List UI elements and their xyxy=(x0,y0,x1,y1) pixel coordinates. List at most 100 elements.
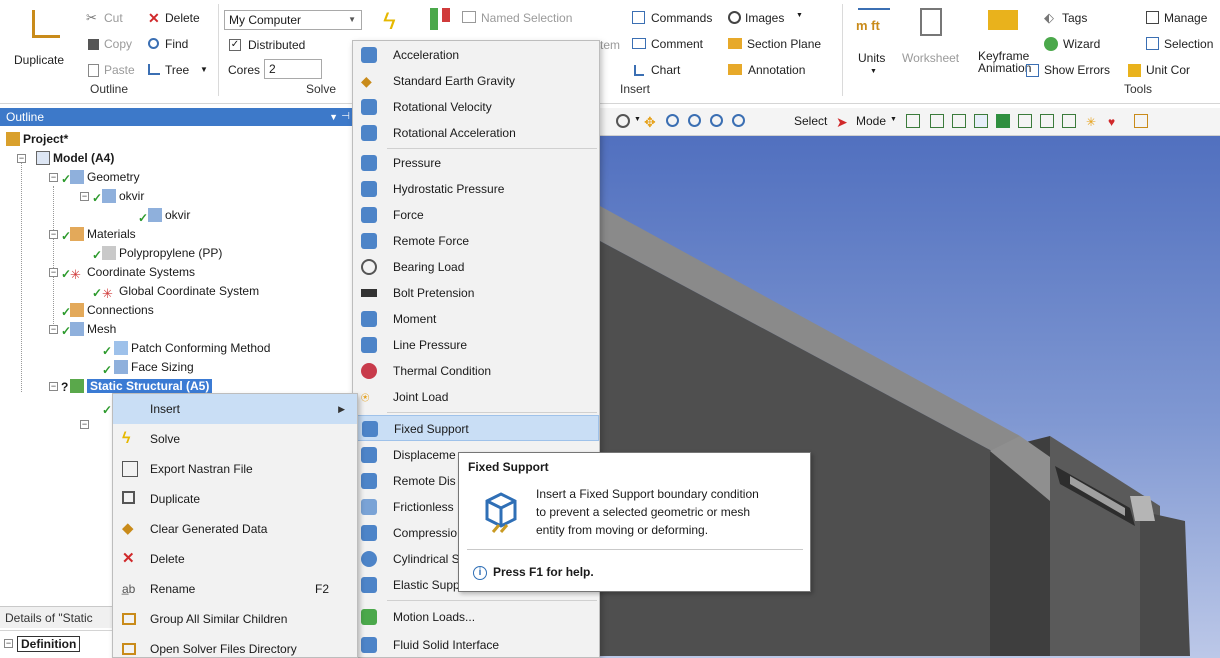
tags-button[interactable]: ⬖ Tags xyxy=(1044,10,1114,28)
tree-node-connections[interactable]: Connections xyxy=(70,301,154,319)
selection-icon xyxy=(1146,37,1159,50)
collapse-toggle[interactable]: − xyxy=(49,325,58,334)
solve-button[interactable]: ϟ xyxy=(380,8,406,38)
cores-input[interactable]: 2 xyxy=(264,59,322,79)
pin-icon[interactable]: ⊣ xyxy=(341,108,350,126)
chevron-down-icon[interactable]: ▼ xyxy=(329,108,338,126)
tree-node-face-sizing[interactable]: Face Sizing xyxy=(114,358,194,376)
tree-node-mesh[interactable]: Mesh xyxy=(70,320,116,338)
collapse-toggle[interactable]: − xyxy=(4,639,13,648)
comment-button[interactable]: Comment xyxy=(632,36,718,54)
collapse-toggle[interactable]: − xyxy=(80,420,89,429)
context-menu-clear-generated-data[interactable]: ◆ Clear Generated Data xyxy=(113,514,357,544)
tree-button[interactable]: Tree ▼ xyxy=(148,62,212,80)
wizard-button[interactable]: Wizard xyxy=(1044,36,1114,54)
zoom-icon[interactable] xyxy=(666,114,679,127)
context-menu-rename[interactable]: a̲b Rename F2 xyxy=(113,574,357,604)
zoom-box-icon[interactable] xyxy=(688,114,701,127)
menu-item-joint-load[interactable]: ⍟ Joint Load xyxy=(353,384,599,410)
collapse-toggle[interactable]: − xyxy=(17,154,26,163)
menu-item-fluid-solid-interface[interactable]: Fluid Solid Interface xyxy=(353,632,599,658)
menu-item-fixed-support[interactable]: Fixed Support xyxy=(353,415,599,441)
menu-item-remote-force[interactable]: Remote Force xyxy=(353,228,599,254)
menu-item-bearing-load[interactable]: Bearing Load xyxy=(353,254,599,280)
delete-button[interactable]: ✕ Delete xyxy=(148,10,212,28)
context-menu-insert[interactable]: Insert ▶ xyxy=(113,394,357,424)
context-menu-group-all-similar-children[interactable]: Group All Similar Children xyxy=(113,604,357,634)
worksheet-button[interactable]: Worksheet xyxy=(902,6,964,66)
collapse-toggle[interactable]: − xyxy=(49,173,58,182)
menu-item-bolt-pretension[interactable]: Bolt Pretension xyxy=(353,280,599,306)
paste-button[interactable]: Paste xyxy=(86,62,142,80)
tree-node-project[interactable]: Project* xyxy=(6,130,68,148)
mode-button[interactable]: Mode xyxy=(856,114,886,128)
menu-item-rotational-velocity[interactable]: Rotational Velocity xyxy=(353,94,599,120)
tree-node-polypropylene[interactable]: Polypropylene (PP) xyxy=(102,244,222,262)
tree-node-materials[interactable]: Materials xyxy=(70,225,136,243)
selection-information-button[interactable]: Selection xyxy=(1146,36,1220,54)
chevron-down-icon[interactable]: ▼ xyxy=(890,116,897,123)
copy-button[interactable]: Copy xyxy=(86,36,142,54)
chevron-down-icon[interactable]: ▼ xyxy=(634,116,641,123)
images-button[interactable]: Images ▼ xyxy=(728,10,808,28)
details-definition-row[interactable]: − Definition xyxy=(0,630,112,658)
annotation-select-icon[interactable]: ♥ xyxy=(1108,114,1124,130)
menu-item-acceleration[interactable]: Acceleration xyxy=(353,42,599,68)
menu-item-motion-loads[interactable]: Motion Loads... xyxy=(353,604,599,630)
select-face-icon[interactable] xyxy=(952,114,966,128)
units-button[interactable]: m ft Units ▼ xyxy=(852,6,898,80)
section-plane-button[interactable]: Section Plane xyxy=(728,36,836,54)
rotate-icon[interactable] xyxy=(616,114,630,128)
collapse-toggle[interactable]: − xyxy=(49,230,58,239)
menu-item-standard-earth-gravity[interactable]: ◆ Standard Earth Gravity xyxy=(353,68,599,94)
select-node-icon[interactable] xyxy=(996,114,1010,128)
context-menu-open-solver-files-directory[interactable]: Open Solver Files Directory xyxy=(113,634,357,658)
context-menu-delete[interactable]: ✕ Delete xyxy=(113,544,357,574)
cut-button[interactable]: ✂ Cut xyxy=(86,10,142,28)
menu-item-thermal-condition[interactable]: Thermal Condition xyxy=(353,358,599,384)
select-element-face-icon[interactable] xyxy=(1018,114,1032,128)
menu-item-force[interactable]: Force xyxy=(353,202,599,228)
select-mesh-icon[interactable] xyxy=(1062,114,1076,128)
menu-item-moment[interactable]: Moment xyxy=(353,306,599,332)
commands-button[interactable]: Commands xyxy=(632,10,724,28)
unit-converter-button[interactable]: Unit Cor xyxy=(1128,62,1220,80)
menu-item-hydrostatic-pressure[interactable]: Hydrostatic Pressure xyxy=(353,176,599,202)
distributed-checkbox[interactable]: ✓ xyxy=(229,39,241,51)
chart-button[interactable]: Chart xyxy=(632,62,692,80)
collapse-toggle[interactable]: − xyxy=(49,268,58,277)
select-body-icon[interactable] xyxy=(974,114,988,128)
show-errors-button[interactable]: Show Errors xyxy=(1026,62,1122,80)
select-vertex-icon[interactable] xyxy=(906,114,920,128)
annotation-button[interactable]: Annotation xyxy=(728,62,824,80)
tree-node-patch-conforming-method[interactable]: Patch Conforming Method xyxy=(114,339,270,357)
collapse-toggle[interactable]: − xyxy=(80,192,89,201)
worksheet-icon xyxy=(920,8,942,36)
tree-node-coordinate-systems[interactable]: ✳ Coordinate Systems xyxy=(70,263,195,282)
context-menu-duplicate[interactable]: Duplicate xyxy=(113,484,357,514)
find-button[interactable]: Find xyxy=(148,36,212,54)
collapse-toggle[interactable]: − xyxy=(49,382,58,391)
select-edge-icon[interactable] xyxy=(930,114,944,128)
zoom-fit-icon[interactable] xyxy=(710,114,723,127)
menu-item-pressure[interactable]: Pressure xyxy=(353,150,599,176)
context-menu-export-nastran[interactable]: Export Nastran File xyxy=(113,454,357,484)
named-selection-button[interactable]: Named Selection xyxy=(462,10,622,28)
select-element-icon[interactable] xyxy=(1040,114,1054,128)
tree-node-okvir-body[interactable]: okvir xyxy=(148,206,190,224)
tree-node-okvir-part[interactable]: okvir xyxy=(102,187,144,205)
manage-button[interactable]: Manage xyxy=(1146,10,1220,28)
menu-item-line-pressure[interactable]: Line Pressure xyxy=(353,332,599,358)
select-button[interactable]: Select xyxy=(794,114,827,128)
extend-icon[interactable] xyxy=(1134,114,1148,128)
zoom-all-icon[interactable] xyxy=(732,114,745,127)
menu-item-rotational-acceleration[interactable]: Rotational Acceleration xyxy=(353,120,599,146)
tree-node-model[interactable]: Model (A4) xyxy=(36,149,114,167)
tree-node-geometry[interactable]: Geometry xyxy=(70,168,140,186)
tree-node-global-coordinate-system[interactable]: ✳ Global Coordinate System xyxy=(102,282,259,301)
context-menu-solve[interactable]: ϟ Solve xyxy=(113,424,357,454)
coordinate-select-icon[interactable]: ✳ xyxy=(1086,114,1102,130)
duplicate-button[interactable]: Duplicate xyxy=(14,6,76,72)
computer-select[interactable]: My Computer ▼ xyxy=(224,10,362,30)
pan-icon[interactable]: ✥ xyxy=(644,114,660,130)
